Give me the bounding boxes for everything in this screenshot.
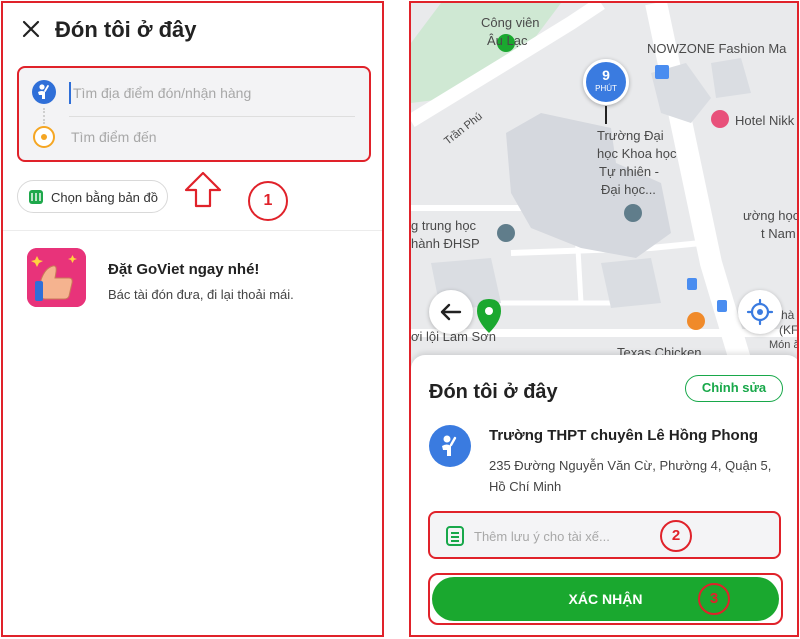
- pickup-bottom-sheet: Đón tôi ở đây Chỉnh sửa Trường THPT chuy…: [411, 355, 797, 635]
- sheet-title: Đón tôi ở đây: [429, 381, 558, 403]
- map-label-hoc-thpt-2: hành ĐHSP: [411, 236, 480, 251]
- crosshair-icon: [746, 298, 774, 326]
- up-arrow-annotation-icon: [183, 171, 223, 214]
- confirm-highlight: XÁC NHẬN 3: [428, 573, 783, 625]
- eta-pin-stem: [605, 106, 607, 124]
- note-icon: [446, 526, 464, 546]
- map-label-truong-dh-4: Đại học...: [601, 182, 656, 197]
- promo-subtitle: Bác tài đón đưa, đi lại thoải mái.: [108, 287, 294, 302]
- back-button[interactable]: [429, 290, 473, 334]
- choose-on-map-label: Chọn bằng bản đồ: [51, 190, 158, 205]
- annotation-1: 1: [248, 181, 288, 221]
- map-label-cong-vien: Công viên: [481, 15, 540, 30]
- map-label-hotel: Hotel Nikk: [735, 113, 795, 128]
- map-label-nowzone: NOWZONE Fashion Ma: [647, 41, 787, 56]
- map-icon: [29, 190, 43, 204]
- edit-button[interactable]: Chỉnh sửa: [685, 375, 783, 402]
- divider: [69, 116, 355, 117]
- left-screen: Đón tôi ở đây Chọn bằng bản đồ 1: [1, 1, 384, 637]
- annotation-2: 2: [660, 520, 692, 552]
- route-dots: [43, 108, 45, 124]
- place-address: 235 Đường Nguyễn Văn Cừ, Phường 4, Quận …: [489, 458, 772, 494]
- annotation-3: 3: [698, 583, 730, 615]
- pickup-person-icon: [32, 80, 56, 104]
- map-label-au-lac: Âu Lạc: [487, 33, 528, 48]
- place-name: Trường THPT chuyên Lê Hồng Phong: [489, 427, 759, 444]
- page-title: Đón tôi ở đây: [55, 17, 197, 42]
- driver-note-box: 2: [428, 511, 781, 559]
- pickup-person-icon: [429, 425, 471, 467]
- destination-input[interactable]: [69, 126, 359, 148]
- map-label-truong-dh-2: học Khoa học: [597, 146, 677, 161]
- map-label-hoc-thpt-1: g trung học: [411, 218, 477, 233]
- map-label-truong-hoc-right-2: t Nam: [761, 226, 796, 241]
- pickup-input[interactable]: [69, 82, 359, 104]
- eta-value: 9: [602, 67, 610, 83]
- arrow-left-icon: [440, 303, 462, 321]
- section-divider: [3, 230, 382, 231]
- location-search-box: [17, 66, 371, 162]
- my-location-button[interactable]: [738, 290, 782, 334]
- map-label-truong-dh-3: Tự nhiên -: [599, 164, 660, 179]
- map-label-ha: hà: [781, 308, 795, 322]
- map-label-mon-an: Món ă: [769, 339, 799, 351]
- close-icon[interactable]: [21, 19, 41, 39]
- promo-title: Đặt GoViet ngay nhé!: [108, 261, 260, 278]
- header: Đón tôi ở đây: [3, 3, 382, 58]
- destination-icon: [33, 126, 55, 148]
- eta-pin: 9 PHÚT: [583, 59, 629, 105]
- map-view[interactable]: Công viên Âu Lạc NOWZONE Fashion Ma Hote…: [411, 3, 799, 367]
- thumbs-up-illustration: [27, 248, 86, 307]
- map-label-truong-dh-1: Trường Đại: [597, 128, 664, 143]
- map-label-truong-hoc-right-1: ường học: [743, 208, 799, 223]
- eta-unit: PHÚT: [595, 84, 617, 93]
- choose-on-map-button[interactable]: Chọn bằng bản đồ: [17, 180, 168, 213]
- driver-note-input[interactable]: [474, 525, 634, 547]
- right-screen: Công viên Âu Lạc NOWZONE Fashion Ma Hote…: [409, 1, 799, 637]
